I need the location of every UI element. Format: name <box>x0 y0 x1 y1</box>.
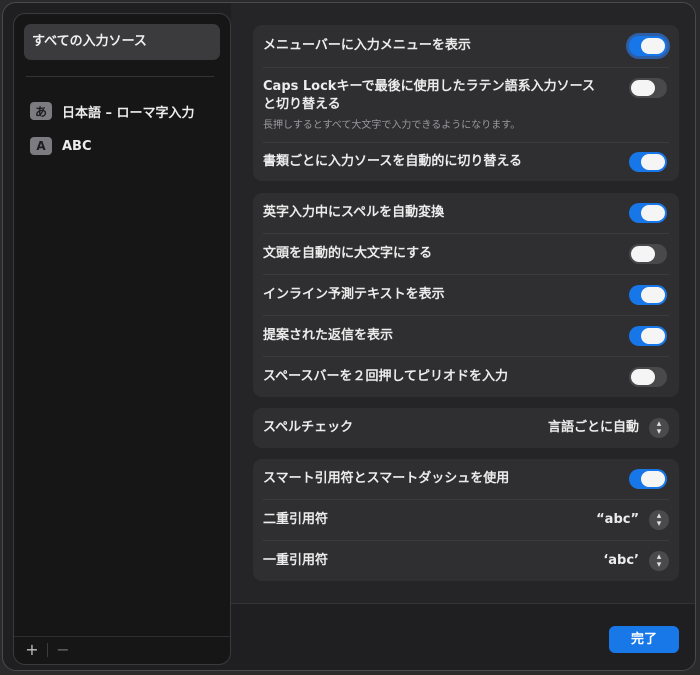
source-label: 日本語 – ローマ字入力 <box>62 105 195 121</box>
double-quote-row[interactable]: 二重引用符 “abc” ▴ ▾ <box>253 500 679 540</box>
auto-switch-row: 書類ごとに入力ソースを自動的に切り替える <box>253 143 679 181</box>
source-label: ABC <box>62 138 92 154</box>
toggle-knob <box>641 205 665 221</box>
double-space-period-toggle[interactable] <box>629 367 667 387</box>
auto-switch-label: 書類ごとに入力ソースを自動的に切り替える <box>263 154 522 169</box>
toggle-knob <box>631 80 655 96</box>
auto-correct-row: 英字入力中にスペルを自動変換 <box>253 193 679 233</box>
spellcheck-value[interactable]: 言語ごとに自動 <box>548 419 639 437</box>
double-space-period-label: スペースバーを２回押してピリオドを入力 <box>263 369 509 384</box>
auto-capitalize-row: 文頭を自動的に大文字にする <box>253 234 679 274</box>
chevron-up-down-icon[interactable]: ▴ ▾ <box>649 551 669 571</box>
input-menu-group: メニューバーに入力メニューを表示 Caps Lockキーで最後に使用したラテン語… <box>253 25 679 181</box>
abc-letter-icon: A <box>30 137 52 155</box>
single-quote-value[interactable]: ‘abc’ <box>603 552 639 570</box>
toggle-knob <box>641 328 665 344</box>
sidebar-divider <box>26 76 214 77</box>
inline-predictive-label: インライン予測テキストを表示 <box>263 287 445 302</box>
footer-separator <box>47 643 48 657</box>
single-quote-row[interactable]: 一重引用符 ‘abc’ ▴ ▾ <box>253 541 679 581</box>
caps-lock-label-line2: と切り替える <box>263 97 341 112</box>
auto-capitalize-toggle[interactable] <box>629 244 667 264</box>
smart-quotes-row: スマート引用符とスマートダッシュを使用 <box>253 459 679 499</box>
smart-quotes-label: スマート引用符とスマートダッシュを使用 <box>263 471 510 486</box>
toggle-knob <box>641 471 665 487</box>
toggle-knob <box>631 246 655 262</box>
dialog-footer: 完了 <box>231 603 695 670</box>
sidebar-item-japanese-romaji[interactable]: あ 日本語 – ローマ字入力 <box>30 99 220 123</box>
chevron-up-down-icon[interactable]: ▴ ▾ <box>649 510 669 530</box>
show-input-menu-label: メニューバーに入力メニューを表示 <box>263 38 471 53</box>
add-source-button[interactable]: + <box>23 641 41 659</box>
show-input-menu-toggle[interactable] <box>629 36 667 56</box>
suggested-replies-row: 提案された返信を表示 <box>253 316 679 356</box>
caps-lock-label-line1: Caps Lockキーで最後に使用したラテン語系入力ソース <box>263 79 596 94</box>
inline-predictive-row: インライン予測テキストを表示 <box>253 275 679 315</box>
double-quote-value[interactable]: “abc” <box>596 511 639 529</box>
chevron-up-down-icon[interactable]: ▴ ▾ <box>649 418 669 438</box>
smart-quotes-toggle[interactable] <box>629 469 667 489</box>
spellcheck-row[interactable]: スペルチェック 言語ごとに自動 ▴ ▾ <box>253 408 679 448</box>
double-quote-label: 二重引用符 <box>263 512 329 527</box>
input-sources-dialog: すべての入力ソース あ 日本語 – ローマ字入力 A ABC + − メニューバ… <box>2 2 696 671</box>
caps-lock-sublabel: 長押しするとすべて大文字で入力できるようになります。 <box>263 120 521 131</box>
text-input-group: 英字入力中にスペルを自動変換 文頭を自動的に大文字にする インライン予測テキスト… <box>253 193 679 397</box>
toggle-knob <box>631 369 655 385</box>
sidebar-footer: + − <box>14 636 230 664</box>
auto-capitalize-label: 文頭を自動的に大文字にする <box>263 246 433 261</box>
suggested-replies-toggle[interactable] <box>629 326 667 346</box>
settings-content: メニューバーに入力メニューを表示 Caps Lockキーで最後に使用したラテン語… <box>231 3 695 603</box>
remove-source-button[interactable]: − <box>54 641 72 659</box>
spellcheck-group: スペルチェック 言語ごとに自動 ▴ ▾ <box>253 408 679 448</box>
suggested-replies-label: 提案された返信を表示 <box>263 328 394 343</box>
caps-lock-row: Caps Lockキーで最後に使用したラテン語系入力ソース と切り替える 長押し… <box>253 68 679 142</box>
toggle-knob <box>641 287 665 303</box>
show-input-menu-row: メニューバーに入力メニューを表示 <box>253 25 679 67</box>
done-button[interactable]: 完了 <box>609 626 679 653</box>
japanese-hiragana-icon: あ <box>30 102 52 120</box>
toggle-knob <box>641 38 665 54</box>
spellcheck-label: スペルチェック <box>263 420 354 435</box>
inline-predictive-toggle[interactable] <box>629 285 667 305</box>
single-quote-label: 一重引用符 <box>263 553 329 568</box>
auto-correct-toggle[interactable] <box>629 203 667 223</box>
sidebar-item-all-sources[interactable]: すべての入力ソース <box>24 24 220 60</box>
double-space-period-row: スペースバーを２回押してピリオドを入力 <box>253 357 679 397</box>
caps-lock-toggle[interactable] <box>629 78 667 98</box>
auto-correct-label: 英字入力中にスペルを自動変換 <box>263 205 445 220</box>
input-sources-sidebar: すべての入力ソース あ 日本語 – ローマ字入力 A ABC + − <box>13 13 231 665</box>
sidebar-item-abc[interactable]: A ABC <box>30 134 220 158</box>
toggle-knob <box>641 154 665 170</box>
auto-switch-toggle[interactable] <box>629 152 667 172</box>
smart-quotes-group: スマート引用符とスマートダッシュを使用 二重引用符 “abc” ▴ ▾ 一重引用符… <box>253 459 679 581</box>
